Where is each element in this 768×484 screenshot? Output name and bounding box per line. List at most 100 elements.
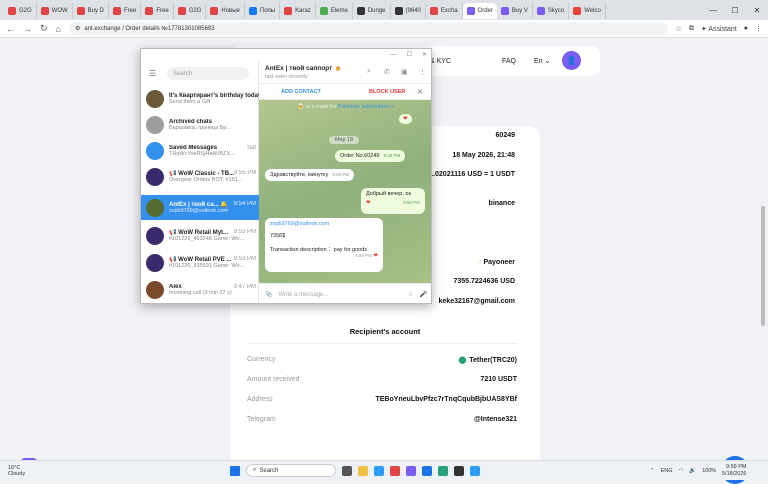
browser-tab[interactable]: Новые	[206, 3, 245, 19]
tray-chevron-icon[interactable]: ⌃	[650, 468, 655, 474]
app-icon[interactable]	[438, 465, 448, 476]
browser-tab[interactable]: Order	[462, 3, 497, 19]
url-field[interactable]: ⚙ ant.exchange / Order details №17781301…	[68, 22, 668, 35]
chat-avatar	[146, 115, 164, 134]
chat-preview: Overgear Orders BOT: #151...	[169, 177, 243, 183]
add-contact-button[interactable]: ADD CONTACT	[281, 89, 321, 95]
browser-tab[interactable]: Free	[141, 3, 174, 19]
browser-tab[interactable]: (9640	[391, 3, 426, 19]
tab-label: Welco	[584, 8, 601, 14]
close-icon[interactable]: ✕	[746, 6, 768, 15]
file-explorer-icon[interactable]	[358, 465, 368, 476]
volume-icon[interactable]: 🔊	[689, 468, 696, 474]
message-bubble[interactable]: Здравствуйте, минутку 9:50 PM	[265, 169, 355, 181]
chat-search-input[interactable]: Search	[167, 67, 249, 80]
app-icon[interactable]	[470, 465, 480, 476]
forward-icon[interactable]: →	[23, 24, 32, 34]
app-icon[interactable]	[406, 465, 416, 476]
browser-tab[interactable]: Buy D	[73, 3, 110, 19]
chat-list-item[interactable]: It's Квартирант's birthday today! 🎂Send …	[141, 86, 259, 111]
browser-tab[interactable]: WOW	[37, 3, 73, 19]
wifi-icon[interactable]: ◠	[679, 468, 684, 474]
bookmark-star-icon[interactable]: ☆	[676, 25, 682, 33]
clock[interactable]: 9:59 PM 5/18/2026	[722, 464, 746, 478]
start-button[interactable]	[230, 465, 240, 476]
extensions-icon[interactable]: ⧉	[689, 25, 694, 33]
user-avatar[interactable]: 👤	[562, 51, 581, 70]
app-icon[interactable]	[454, 465, 464, 476]
chat-preview: zvpb9769@outlook.com	[169, 208, 229, 214]
browser-tab[interactable]: Excha	[426, 3, 463, 19]
menu-icon[interactable]: ⋮	[755, 25, 762, 33]
maximize-icon[interactable]: ☐	[724, 6, 746, 15]
close-icon[interactable]: ✕	[417, 88, 423, 96]
message-input[interactable]: Write a message...	[278, 292, 401, 298]
page-scrollbar[interactable]	[761, 206, 765, 326]
browser-tab[interactable]: Karaz	[280, 3, 316, 19]
home-icon[interactable]: ⌂	[56, 24, 61, 34]
browser-tab[interactable]: G2G	[4, 3, 37, 19]
chat-list-item[interactable]: 📢 WoW Retail Myt... 9:53 PM #101226_463248…	[141, 223, 259, 248]
message-bubble[interactable]: Order No.60249 9:48 PM	[335, 150, 406, 162]
chat-preview: #101226_835691 Game: Wo...	[169, 263, 245, 269]
input-language[interactable]: ENG	[661, 468, 673, 474]
browser-tab[interactable]: Free	[109, 3, 142, 19]
language-select[interactable]: En ⌄	[534, 57, 550, 65]
browser-tab[interactable]: Buy V	[497, 3, 533, 19]
message-bubble[interactable]: zvpb9769@outlook.com 7356$ Transaction d…	[265, 218, 383, 272]
premium-link[interactable]: Premium subscribers »	[338, 104, 394, 110]
site-info-icon[interactable]: ⚙	[75, 25, 80, 32]
tab-label: Excha	[440, 8, 458, 14]
block-user-button[interactable]: BLOCK USER	[369, 89, 405, 95]
sidebar-toggle-icon[interactable]: ▣	[401, 68, 408, 76]
browser-tab[interactable]: G2G	[174, 3, 207, 19]
task-view-icon[interactable]	[342, 465, 352, 476]
minimize-icon[interactable]: —	[702, 6, 724, 15]
chat-list-item[interactable]: Archived chats Варшавка, граница Бр...	[141, 112, 259, 137]
chat-list-item[interactable]: AntEx | твой са... 🔔 9:54 PM zvpb9769@outl…	[141, 195, 259, 220]
phone-icon[interactable]: ✆	[384, 68, 390, 76]
hamburger-menu-icon[interactable]: ☰	[149, 69, 156, 78]
chat-text: 📢 WoW Retail PVE ... 9:53 PM #101226_83569…	[169, 256, 259, 269]
maximize-icon[interactable]: ☐	[407, 51, 412, 58]
chat-header[interactable]: AntEx | твой саппорт 🍺 last seen recentl…	[259, 60, 431, 84]
message-bubble[interactable]: Добрый вечер, ок ❤ 9:50 PM	[361, 188, 425, 214]
more-icon[interactable]: ⋮	[419, 68, 426, 76]
telegram-icon[interactable]	[374, 465, 384, 476]
messages-area[interactable]: 🍺 is a mark for Premium subscribers » ❤ …	[259, 100, 431, 283]
close-icon[interactable]: ✕	[422, 51, 427, 58]
edge-icon[interactable]	[422, 465, 432, 476]
browser-tab[interactable]: Welco	[569, 3, 606, 19]
microphone-icon[interactable]: 🎤	[420, 291, 427, 298]
assistant-button[interactable]: ✦ Assistant	[701, 25, 737, 33]
reload-icon[interactable]: ↻	[40, 23, 48, 34]
nav-faq-link[interactable]: FAQ	[502, 58, 516, 65]
chat-list-item[interactable]: 📢 WoW Classic - TB... 9:55 PM Overgear Ord…	[141, 164, 259, 189]
chat-name-row: 📢 WoW Retail Myt... 9:53 PM	[169, 229, 259, 236]
chat-list-item[interactable]: Saved Messages Sat THqWcYoeRSjHaAVBZX...	[141, 138, 259, 163]
browser-tab[interactable]: Eleme	[316, 3, 353, 19]
chat-list-item[interactable]: Alex 9:47 PM Incoming call (3 min 37 s)	[141, 277, 259, 302]
browser-tab[interactable]: Попы	[245, 3, 281, 19]
browser-tab[interactable]: Skyco	[533, 3, 570, 19]
attach-icon[interactable]: 📎	[265, 291, 272, 298]
tab-label: Order	[477, 8, 493, 14]
back-icon[interactable]: ←	[6, 24, 15, 34]
nav-kyc-link[interactable]: & KYC	[430, 58, 451, 65]
message-text: Здравствуйте, минутку	[270, 172, 329, 178]
chat-list-item[interactable]: 📢 WoW Retail PVE ... 9:53 PM #101226_83569…	[141, 250, 259, 275]
chrome-icon[interactable]	[390, 465, 400, 476]
search-icon[interactable]: ⌕	[367, 68, 371, 76]
system-tray: ⌃ ENG ◠ 🔊 100%	[650, 468, 716, 474]
message-email-link[interactable]: zvpb9769@outlook.com	[270, 221, 378, 227]
chat-name: It's Квартирант's birthday today! 🎂	[169, 93, 259, 99]
battery-level[interactable]: 100%	[702, 468, 716, 474]
emoji-icon[interactable]: ☺	[407, 292, 413, 298]
taskbar-search[interactable]: ⌕ Search	[246, 464, 336, 477]
weather-widget[interactable]: 16°C Cloudy	[8, 465, 25, 477]
profile-icon[interactable]: ●	[744, 25, 748, 32]
message-reactions[interactable]: ❤	[399, 114, 412, 124]
minimize-icon[interactable]: —	[391, 52, 397, 58]
browser-tab[interactable]: Dunge	[353, 3, 391, 19]
clock-date: 5/18/2026	[722, 470, 747, 477]
